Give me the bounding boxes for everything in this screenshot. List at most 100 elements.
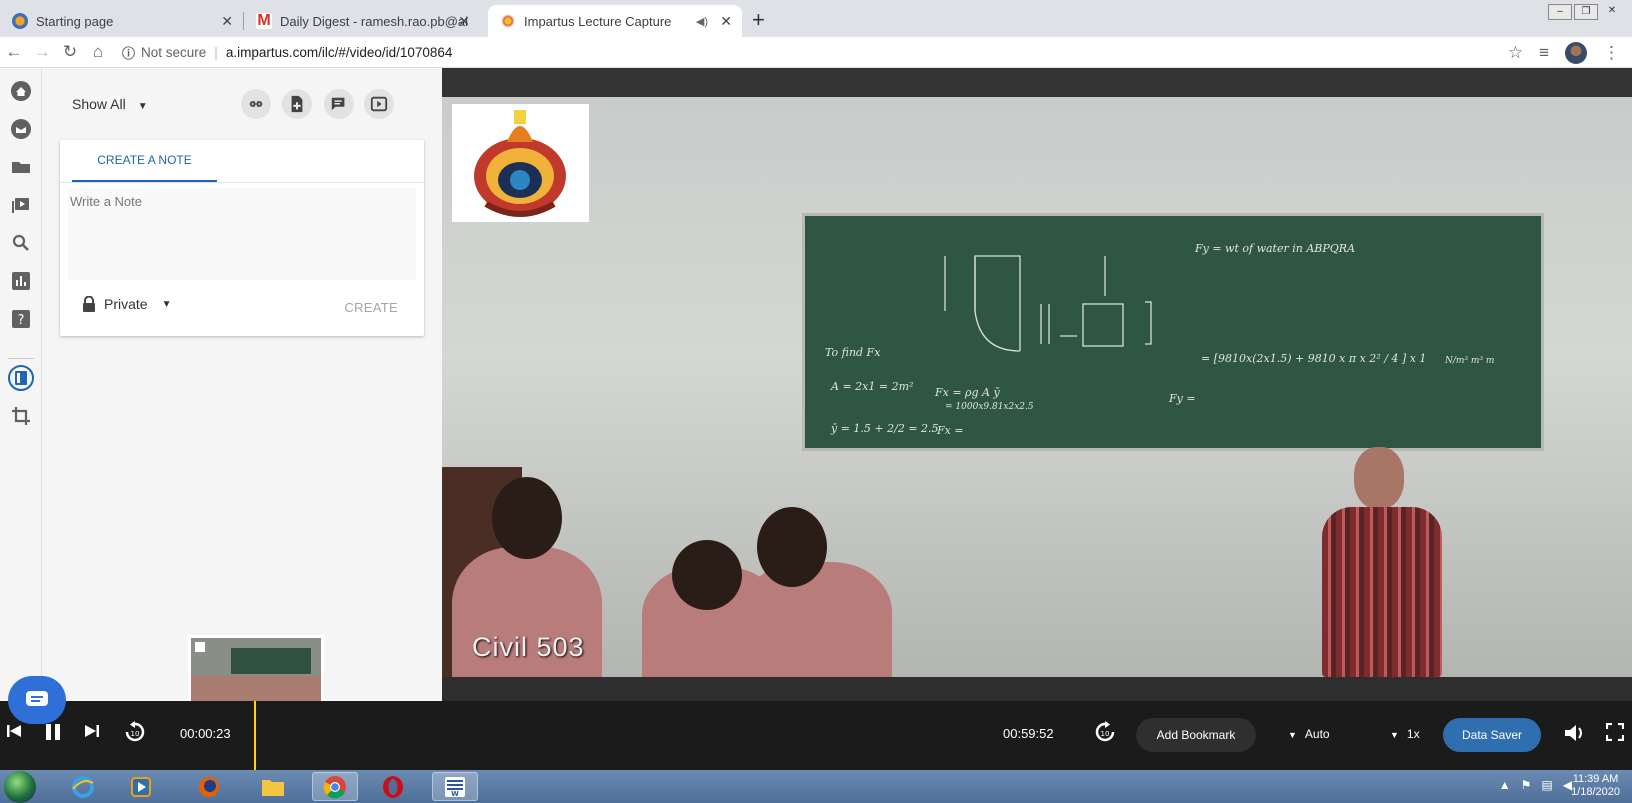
lecture-video-frame: Fy = wt of water in ABPQRA To find Fx A … xyxy=(442,97,1632,687)
student xyxy=(742,562,892,687)
analytics-icon[interactable] xyxy=(8,268,34,294)
pause-icon xyxy=(46,724,60,740)
address-bar: ← → ↻ ⌂ ⓘ Not secure | a.impartus.com/il… xyxy=(0,37,1632,68)
tab-starting-page[interactable]: Starting page ✕ xyxy=(0,5,243,37)
board-text-units: N/m³ m³ m xyxy=(1445,356,1495,366)
gmail-icon: M xyxy=(256,12,272,29)
board-text-fy-mid: = [9810x(2x1.5) + 9810 x π x 2² / 4 ] x … xyxy=(1201,352,1427,365)
add-document-icon xyxy=(291,95,303,113)
data-saver-button[interactable]: Data Saver xyxy=(1443,718,1541,752)
lecturer-head xyxy=(1354,447,1404,509)
lock-icon xyxy=(83,296,95,312)
info-icon[interactable]: ⓘ xyxy=(122,43,135,62)
scrub-preview-thumbnail xyxy=(188,635,324,705)
app-left-rail: ? xyxy=(0,68,42,770)
minimize-icon[interactable]: – xyxy=(1548,4,1572,20)
add-bookmark-button[interactable]: Add Bookmark xyxy=(1136,718,1256,752)
add-document-button[interactable] xyxy=(282,89,312,119)
link-button[interactable] xyxy=(241,89,271,119)
taskbar-chrome-icon[interactable] xyxy=(312,772,358,801)
tab-daily-digest[interactable]: M Daily Digest - ramesh.rao.pb@ai ✕ xyxy=(244,5,480,37)
video-player[interactable]: Fy = wt of water in ABPQRA To find Fx A … xyxy=(442,68,1632,701)
close-tab-icon[interactable]: ✕ xyxy=(720,13,732,30)
help-icon[interactable]: ? xyxy=(8,306,34,332)
menu-icon[interactable]: ⋮ xyxy=(1603,43,1620,63)
omnibox-separator: | xyxy=(214,44,218,60)
lecturer xyxy=(1312,447,1442,677)
windows-taskbar: W ▲ ⚑ ▤ ◀ 11:39 AM 1/18/2020 xyxy=(0,770,1632,803)
link-icon xyxy=(249,101,263,107)
new-tab-button[interactable]: + xyxy=(752,7,765,33)
forward-icon[interactable]: → xyxy=(28,42,56,62)
tab-title: Daily Digest - ramesh.rao.pb@ai xyxy=(280,13,468,29)
close-window-icon[interactable]: ✕ xyxy=(1600,4,1624,20)
omnibox[interactable]: ⓘ Not secure | a.impartus.com/ilc/#/vide… xyxy=(122,43,452,62)
back-icon[interactable]: ← xyxy=(0,42,28,62)
video-library-icon[interactable] xyxy=(8,192,34,218)
browser-actions: ☆ ≡ ⋮ xyxy=(1508,42,1620,64)
taskbar-opera-icon[interactable] xyxy=(370,772,416,801)
card-divider xyxy=(60,182,424,183)
taskbar-media-player-icon[interactable] xyxy=(118,772,164,801)
folder-icon[interactable] xyxy=(8,154,34,180)
action-center-flag-icon[interactable]: ⚑ xyxy=(1521,778,1532,792)
classroom-icon[interactable] xyxy=(8,116,34,142)
student-head xyxy=(492,477,562,559)
play-box-icon xyxy=(370,96,388,112)
progress-scrubber[interactable] xyxy=(254,701,256,770)
reload-icon[interactable]: ↻ xyxy=(56,42,84,62)
maximize-icon[interactable]: ❐ xyxy=(1574,4,1598,20)
audio-playing-icon[interactable]: ◀) xyxy=(696,15,708,28)
student-head xyxy=(672,540,742,610)
tab-impartus[interactable]: Impartus Lecture Capture ◀) ✕ xyxy=(488,5,742,37)
show-all-dropdown[interactable]: Show All ▼ xyxy=(72,96,148,112)
taskbar-word-icon[interactable]: W xyxy=(432,772,478,801)
screen: Starting page ✕ M Daily Digest - ramesh.… xyxy=(0,0,1632,803)
rewind-10-button[interactable]: 10 xyxy=(124,721,146,746)
start-button-icon[interactable] xyxy=(4,771,36,803)
speed-dropdown[interactable]: ▼ 1x xyxy=(1390,727,1420,741)
url-text[interactable]: a.impartus.com/ilc/#/video/id/1070864 xyxy=(226,45,453,60)
next-button[interactable] xyxy=(84,723,100,742)
lecturer-shirt xyxy=(1322,507,1442,677)
notes-icon[interactable] xyxy=(8,365,34,391)
taskbar-file-explorer-icon[interactable] xyxy=(250,772,296,801)
show-hidden-icons-icon[interactable]: ▲ xyxy=(1499,778,1511,792)
taskbar-firefox-icon[interactable] xyxy=(186,772,232,801)
create-note-tab[interactable]: CREATE A NOTE xyxy=(72,140,217,182)
note-input[interactable]: Write a Note xyxy=(68,188,416,280)
taskbar-clock[interactable]: 11:39 AM 1/18/2020 xyxy=(1571,773,1620,799)
media-control-icon[interactable]: ≡ xyxy=(1539,43,1549,63)
forward-10-button[interactable]: 10 xyxy=(1094,721,1116,746)
home-icon[interactable] xyxy=(8,78,34,104)
pause-button[interactable] xyxy=(44,723,62,744)
bookmark-star-icon[interactable]: ☆ xyxy=(1508,43,1523,63)
volume-button[interactable] xyxy=(1564,723,1586,746)
profile-avatar[interactable] xyxy=(1565,42,1587,64)
close-tab-icon[interactable]: ✕ xyxy=(221,13,233,30)
comments-button[interactable] xyxy=(324,89,354,119)
chat-button[interactable] xyxy=(8,676,66,724)
privacy-label: Private xyxy=(104,296,148,312)
quality-dropdown[interactable]: ▼ Auto xyxy=(1288,727,1330,741)
previous-button[interactable] xyxy=(6,723,22,742)
privacy-dropdown[interactable]: Private ▼ xyxy=(82,296,171,312)
notes-panel: Show All ▼ CREATE A NOTE Write a Note Pri… xyxy=(42,68,442,705)
create-note-button[interactable]: CREATE xyxy=(344,300,398,315)
speed-label: 1x xyxy=(1406,727,1420,741)
svg-text:W: W xyxy=(451,790,459,798)
video-mode-button[interactable] xyxy=(364,89,394,119)
network-icon[interactable]: ▤ xyxy=(1541,778,1552,792)
comments-icon xyxy=(331,97,345,111)
player-control-bar: 10 00:00:23 00:59:52 10 Add Bookmark ▼ Au… xyxy=(0,701,1632,770)
crop-icon[interactable] xyxy=(8,403,34,429)
blackboard-diagram xyxy=(944,255,1152,352)
fullscreen-button[interactable] xyxy=(1605,722,1625,744)
chevron-down-icon: ▼ xyxy=(161,298,172,310)
taskbar-internet-explorer-icon[interactable] xyxy=(60,772,106,801)
home-icon[interactable]: ⌂ xyxy=(84,42,112,62)
close-tab-icon[interactable]: ✕ xyxy=(458,13,470,30)
svg-text:10: 10 xyxy=(1101,730,1110,738)
search-icon[interactable] xyxy=(8,230,34,256)
preview-logo xyxy=(195,642,205,652)
